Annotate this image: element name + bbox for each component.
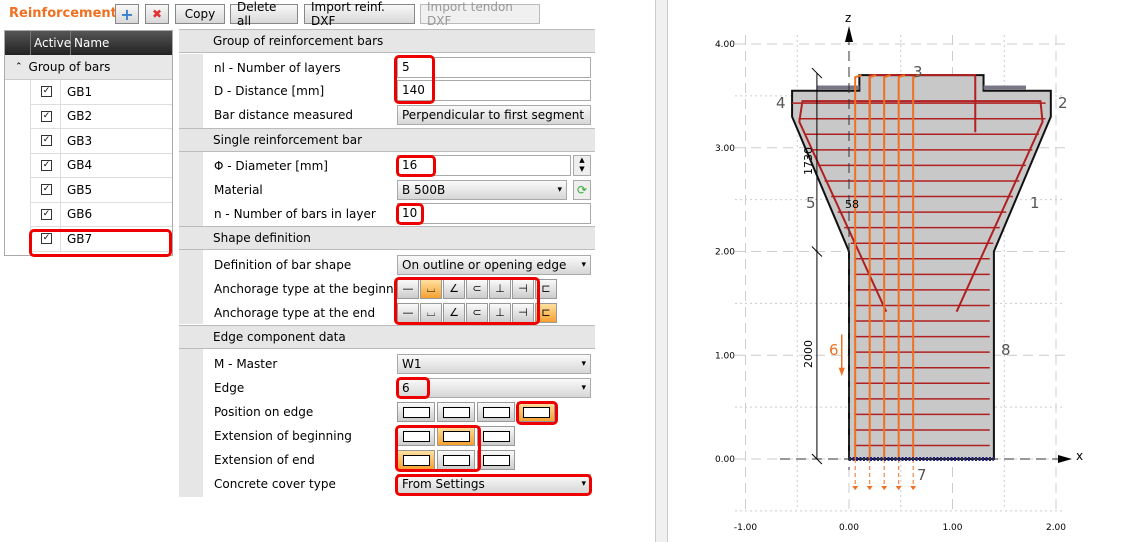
z-tick-label: 0.00 — [715, 455, 735, 465]
edge-label: 8 — [1001, 341, 1011, 359]
edge-label: 1 — [1030, 194, 1040, 212]
x-tick-label: 2.00 — [1046, 523, 1066, 533]
x-axis-arrow-icon — [1058, 455, 1072, 463]
x-tick-label: -1.00 — [734, 523, 758, 533]
z-tick-label: 2.00 — [715, 248, 735, 258]
z-tick-label: 1.00 — [715, 351, 735, 361]
edge-label: 5 — [806, 194, 816, 212]
edge-label: 2 — [1058, 94, 1068, 112]
dimension-1730: 1730 — [802, 147, 815, 175]
edge-label: 4 — [776, 94, 786, 112]
x-tick-label: 0.00 — [839, 523, 859, 533]
x-tick-label: 1.00 — [942, 523, 962, 533]
z-axis-arrow-icon — [845, 26, 853, 42]
edge-label: 7 — [917, 466, 927, 484]
z-tick-label: 4.00 — [715, 40, 735, 50]
cross-section-drawing[interactable]: -1.00 0.00 1.00 2.00 0.00 1.00 2.00 3.00 4.00 x z 1… — [0, 0, 1147, 542]
dimension-2000: 2000 — [802, 340, 815, 368]
z-axis-label: z — [845, 11, 851, 25]
dimension-58: 58 — [845, 198, 859, 211]
concrete-section — [791, 74, 1052, 460]
edge-label: 3 — [913, 63, 923, 81]
x-axis-label: x — [1076, 449, 1083, 463]
edge-label: 6 — [829, 341, 839, 359]
deck-plate — [816, 85, 860, 90]
z-tick-label: 3.00 — [715, 144, 735, 154]
